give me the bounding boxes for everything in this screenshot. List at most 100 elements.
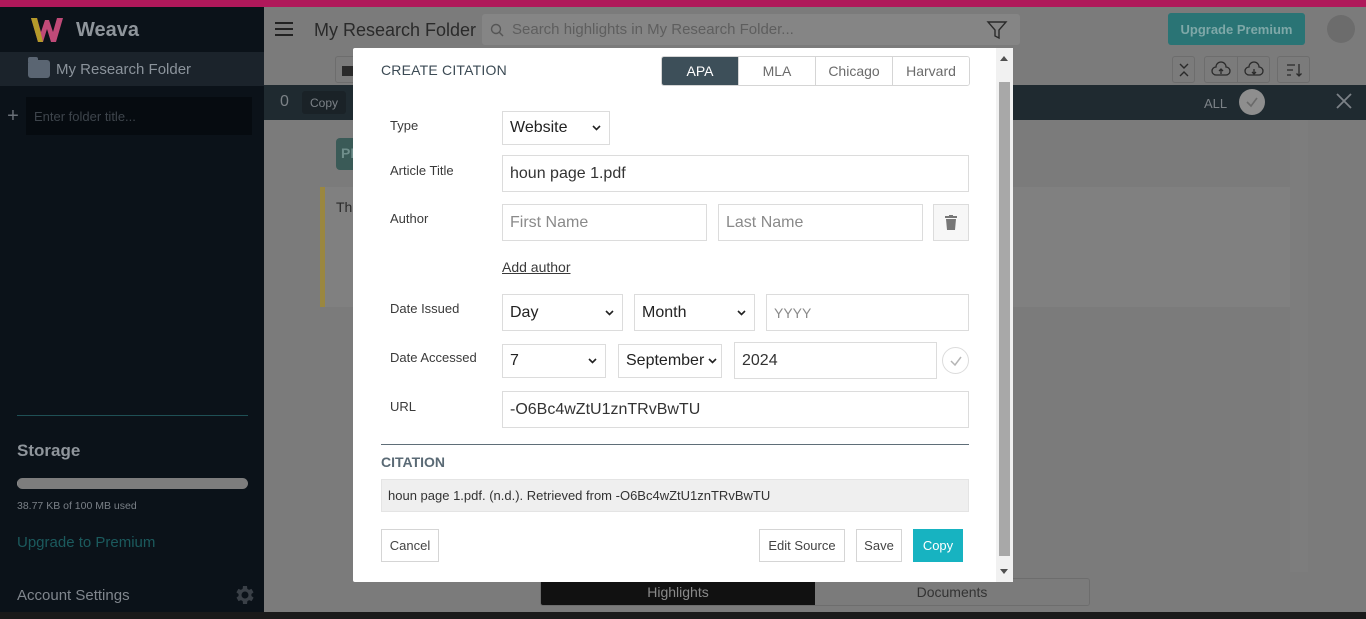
sort-icon bbox=[1286, 63, 1302, 77]
tab-chicago[interactable]: Chicago bbox=[815, 57, 892, 85]
edit-source-button[interactable]: Edit Source bbox=[759, 529, 845, 562]
highlight-text: Th bbox=[336, 199, 353, 215]
chevron-down-icon bbox=[605, 309, 614, 316]
chevron-down-icon bbox=[588, 358, 597, 364]
date-accessed-confirm[interactable] bbox=[942, 347, 969, 374]
sort-button[interactable] bbox=[1277, 56, 1310, 83]
upgrade-premium-button[interactable]: Upgrade Premium bbox=[1168, 13, 1305, 45]
chevron-down-icon bbox=[708, 358, 717, 364]
delete-author-button[interactable] bbox=[933, 204, 969, 241]
section-divider bbox=[381, 444, 969, 445]
main-scrollbar[interactable] bbox=[1290, 120, 1308, 572]
logo: Weava bbox=[30, 17, 139, 43]
selection-count: 0 bbox=[280, 93, 289, 110]
collapse-icon bbox=[1179, 63, 1188, 76]
sidebar-divider bbox=[17, 415, 248, 416]
taskbar-strip bbox=[0, 612, 1366, 619]
trash-icon bbox=[945, 215, 957, 230]
citation-output: houn page 1.pdf. (n.d.). Retrieved from … bbox=[381, 479, 969, 512]
avatar[interactable] bbox=[1327, 15, 1355, 43]
type-select-value: Website bbox=[510, 119, 568, 136]
folder-icon bbox=[28, 57, 50, 78]
tab-documents[interactable]: Documents bbox=[815, 579, 1089, 605]
type-select[interactable]: Website bbox=[502, 111, 610, 145]
accessed-month-select[interactable]: September bbox=[618, 344, 722, 378]
sidebar-folder-item[interactable]: My Research Folder bbox=[0, 52, 264, 86]
weava-logo-icon bbox=[31, 18, 63, 42]
first-name-field[interactable] bbox=[502, 204, 707, 241]
cancel-button[interactable]: Cancel bbox=[381, 529, 439, 562]
issued-month-value: Month bbox=[642, 303, 687, 321]
tab-apa[interactable]: APA bbox=[662, 57, 738, 85]
accessed-day-value: 7 bbox=[510, 352, 519, 369]
upgrade-to-premium-link[interactable]: Upgrade to Premium bbox=[17, 534, 155, 551]
first-name-input[interactable] bbox=[510, 213, 706, 232]
author-label: Author bbox=[390, 211, 429, 226]
copy-button[interactable]: Copy bbox=[913, 529, 963, 562]
copy-selection-button[interactable]: Copy bbox=[302, 91, 347, 114]
sidebar: Weava My Research Folder + Storage 38.77… bbox=[0, 7, 264, 619]
storage-usage-text: 38.77 KB of 100 MB used bbox=[17, 500, 137, 512]
issued-month-select[interactable]: Month bbox=[634, 294, 755, 331]
issued-day-select[interactable]: Day bbox=[502, 294, 623, 331]
page-title: My Research Folder bbox=[314, 20, 477, 40]
cloud-upload-icon bbox=[1211, 60, 1231, 76]
add-author-link[interactable]: Add author bbox=[502, 259, 571, 275]
tab-harvard[interactable]: Harvard bbox=[892, 57, 969, 85]
folder-label: My Research Folder bbox=[56, 60, 192, 78]
storage-progress-bar bbox=[17, 478, 248, 489]
accessed-year-field[interactable] bbox=[734, 342, 937, 379]
upload-button[interactable] bbox=[1204, 56, 1237, 83]
tab-highlights[interactable]: Highlights bbox=[541, 579, 815, 605]
filter-icon[interactable] bbox=[986, 19, 1008, 41]
dialog-title: CREATE CITATION bbox=[381, 62, 507, 78]
last-name-input[interactable] bbox=[726, 213, 922, 232]
check-icon bbox=[1246, 97, 1258, 108]
chevron-down-icon bbox=[737, 309, 746, 316]
citation-heading: CITATION bbox=[381, 454, 446, 470]
type-label: Type bbox=[390, 118, 419, 133]
save-button[interactable]: Save bbox=[856, 529, 902, 562]
download-button[interactable] bbox=[1237, 56, 1270, 83]
accessed-year-input[interactable] bbox=[742, 351, 936, 370]
issued-day-value: Day bbox=[510, 303, 539, 321]
search-box[interactable] bbox=[482, 14, 1020, 45]
plus-icon[interactable]: + bbox=[0, 105, 26, 128]
create-citation-dialog: CREATE CITATION APA MLA Chicago Harvard … bbox=[353, 48, 1013, 582]
select-all-checkbox[interactable] bbox=[1239, 89, 1265, 115]
cloud-download-icon bbox=[1243, 60, 1264, 76]
dialog-scrollbar[interactable] bbox=[996, 48, 1013, 582]
account-settings-link[interactable]: Account Settings bbox=[17, 587, 130, 604]
article-title-field[interactable] bbox=[502, 155, 969, 192]
scroll-thumb[interactable] bbox=[999, 82, 1010, 556]
search-icon bbox=[490, 23, 504, 36]
article-title-input[interactable] bbox=[510, 164, 968, 183]
new-folder-row: + bbox=[0, 97, 264, 135]
folder-title-input[interactable] bbox=[26, 97, 252, 135]
url-label: URL bbox=[390, 399, 417, 414]
url-field[interactable] bbox=[502, 391, 969, 428]
issued-year-field[interactable] bbox=[766, 294, 969, 331]
browser-top-accent bbox=[0, 0, 1366, 7]
gear-icon[interactable] bbox=[232, 583, 256, 607]
scroll-up-arrow-icon[interactable] bbox=[1000, 56, 1008, 61]
search-input[interactable] bbox=[512, 21, 1020, 38]
accessed-month-value: September bbox=[626, 352, 705, 369]
article-title-label: Article Title bbox=[390, 163, 454, 178]
scroll-down-arrow-icon[interactable] bbox=[1000, 569, 1008, 574]
close-icon[interactable] bbox=[1334, 91, 1354, 111]
select-all-label: ALL bbox=[1204, 96, 1228, 111]
date-issued-label: Date Issued bbox=[390, 301, 460, 316]
url-input[interactable] bbox=[510, 400, 968, 419]
last-name-field[interactable] bbox=[718, 204, 923, 241]
chevron-down-icon bbox=[592, 125, 601, 131]
bottom-tabs: Highlights Documents bbox=[540, 578, 1090, 606]
storage-title: Storage bbox=[17, 441, 81, 460]
menu-icon[interactable] bbox=[275, 22, 293, 36]
issued-year-input[interactable] bbox=[774, 304, 968, 321]
accessed-day-select[interactable]: 7 bbox=[502, 344, 606, 378]
tab-mla[interactable]: MLA bbox=[738, 57, 815, 85]
citation-style-tabs: APA MLA Chicago Harvard bbox=[661, 56, 970, 86]
collapse-all-button[interactable] bbox=[1172, 56, 1195, 83]
highlight-color-bar bbox=[320, 187, 325, 307]
